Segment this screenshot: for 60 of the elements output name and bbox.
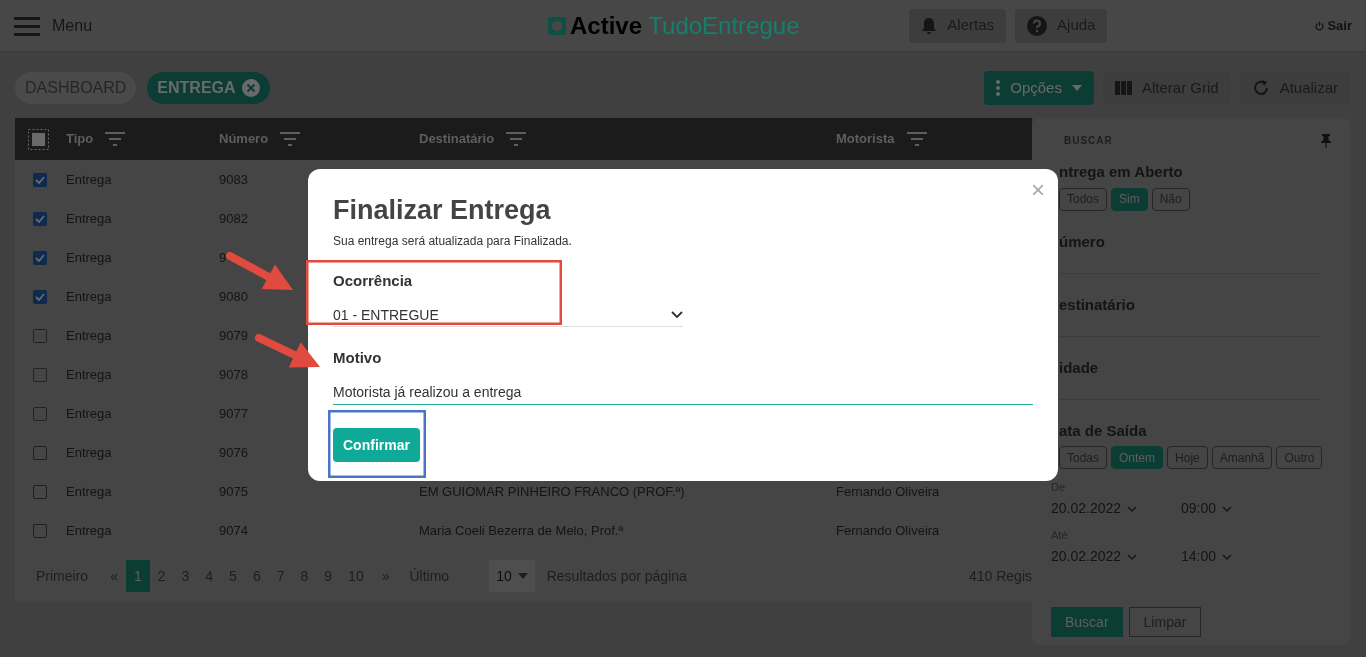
row-checkbox[interactable]	[33, 211, 47, 226]
row-checkbox[interactable]	[33, 172, 47, 187]
dots-icon	[996, 80, 1001, 96]
check-icon	[35, 175, 45, 184]
row-checkbox[interactable]	[33, 406, 47, 421]
tab[interactable]: ENTREGA	[147, 72, 270, 104]
column-header[interactable]: Tipo	[66, 129, 94, 149]
toolbar-button[interactable]: Opções	[984, 71, 1094, 105]
column-header[interactable]: Número	[219, 129, 269, 149]
filter-icon[interactable]	[906, 132, 927, 146]
row-checkbox[interactable]	[33, 250, 47, 265]
row-checkbox[interactable]	[33, 484, 47, 499]
field-label: Motivo	[333, 347, 383, 368]
menu-icon[interactable]	[14, 15, 40, 36]
close-icon[interactable]	[241, 79, 260, 97]
filter-icon[interactable]	[506, 132, 527, 146]
chevron-icon	[1127, 553, 1138, 560]
select-all-checkbox[interactable]	[28, 128, 49, 150]
check-icon	[35, 292, 45, 301]
bell-icon	[921, 16, 938, 35]
field-label: Ocorrência	[333, 271, 414, 291]
panel-button[interactable]: Buscar	[1051, 607, 1123, 637]
logo-icon	[548, 17, 566, 35]
refresh-icon	[1251, 79, 1270, 97]
arrow	[226, 252, 293, 290]
logo-text: Active TudoEntregue	[570, 12, 800, 40]
page-size-select[interactable]: 10	[489, 560, 535, 592]
occurrence-select[interactable]: 01 - ENTREGUE	[333, 304, 683, 327]
caret-icon	[1071, 85, 1082, 91]
help-icon	[1027, 15, 1048, 36]
arrow	[255, 334, 320, 368]
confirm-button[interactable]: Confirmar	[333, 428, 420, 462]
row-checkbox[interactable]	[33, 523, 47, 538]
dialog-title: Finalizar Entrega	[333, 194, 552, 227]
close-button[interactable]: ×	[1031, 177, 1045, 203]
column-header[interactable]: Destinatário	[419, 129, 495, 149]
pin-icon[interactable]	[1320, 133, 1332, 148]
column-header[interactable]: Motorista	[836, 129, 895, 149]
row-checkbox[interactable]	[33, 367, 47, 382]
power-icon	[1315, 20, 1325, 31]
reason-field[interactable]: Motorista já realizou a entrega	[333, 379, 1033, 405]
chevron-icon	[1222, 553, 1233, 560]
filter-icon[interactable]	[280, 132, 301, 146]
check-icon	[35, 253, 45, 262]
row-checkbox[interactable]	[33, 289, 47, 304]
chevron-icon	[671, 311, 683, 319]
caret-icon	[517, 573, 528, 579]
row-checkbox[interactable]	[33, 328, 47, 343]
filter-option[interactable]: Ontem	[1111, 446, 1164, 469]
dialog-subtitle: Sua entrega será atualizada para Finalizada.	[333, 233, 573, 250]
filter-option[interactable]: Sim	[1111, 187, 1148, 211]
chevron-icon	[1222, 505, 1233, 512]
chevron-icon	[1127, 505, 1138, 512]
next-page-link[interactable]: »	[381, 565, 390, 587]
previous-page-link[interactable]: «	[110, 565, 118, 587]
check-icon	[35, 214, 45, 223]
page-link[interactable]: 1	[125, 560, 150, 592]
filter-icon[interactable]	[105, 132, 126, 146]
columns-icon	[1114, 81, 1132, 95]
row-checkbox[interactable]	[33, 445, 47, 460]
